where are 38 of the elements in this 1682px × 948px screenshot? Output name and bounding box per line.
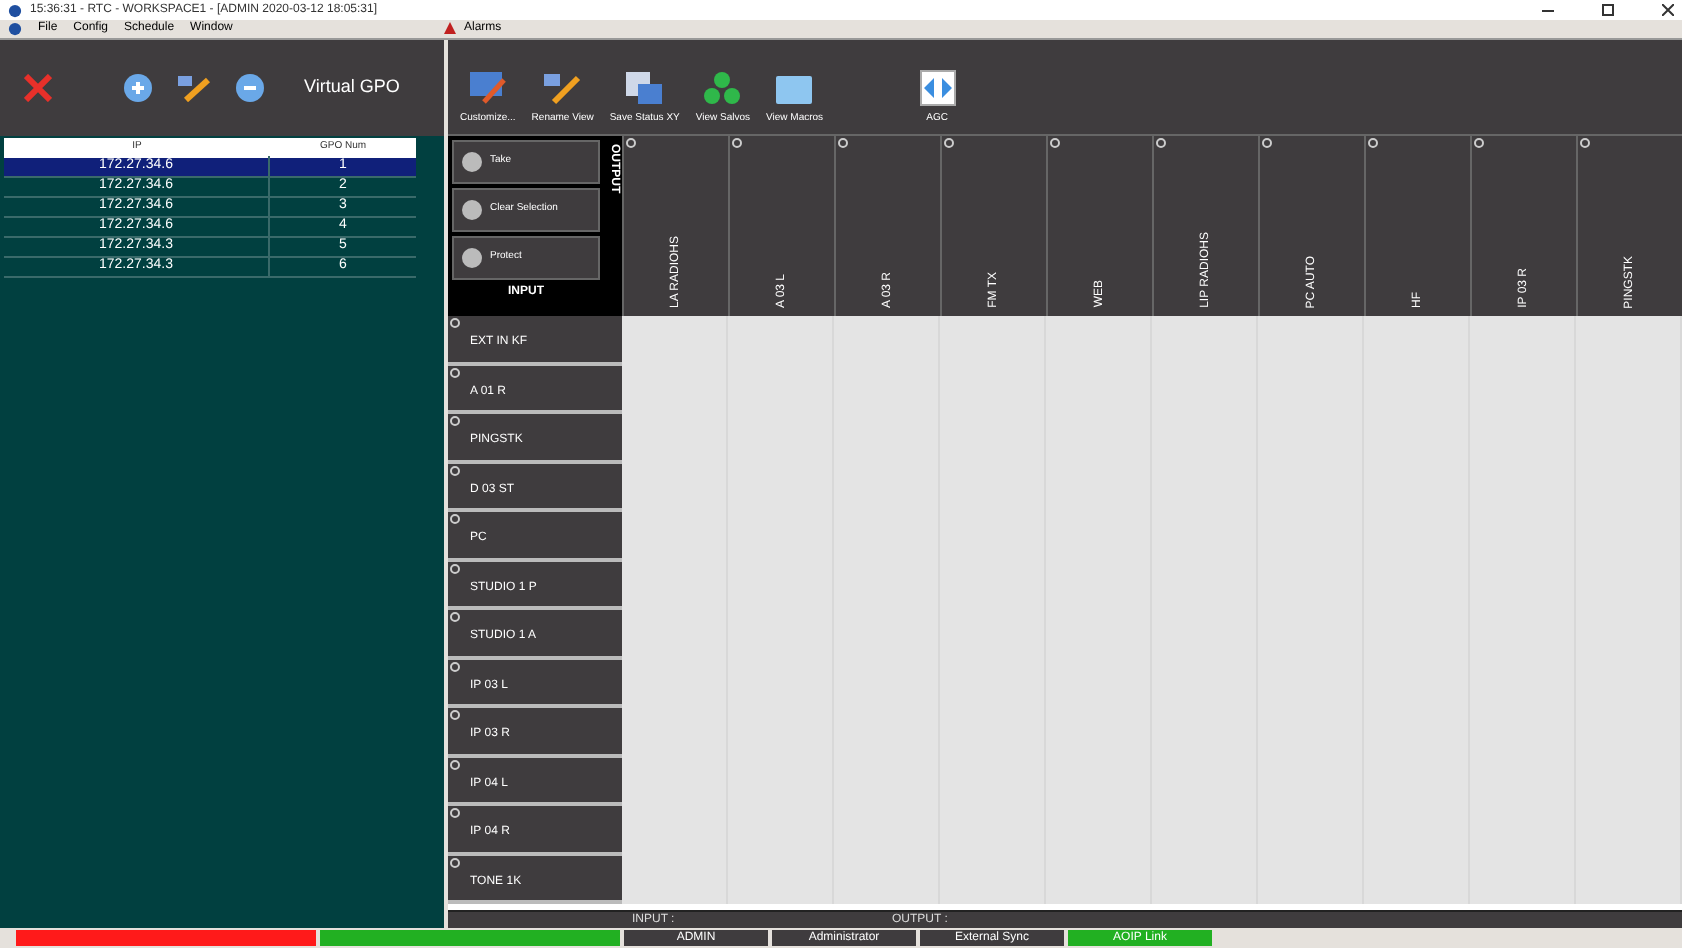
minimize-icon[interactable]	[1542, 9, 1554, 11]
gear-icon	[450, 808, 460, 818]
gear-icon	[1368, 138, 1378, 148]
gear-icon	[450, 318, 460, 328]
gear-icon	[450, 465, 460, 475]
gear-icon	[450, 612, 460, 622]
arrows-icon	[919, 69, 956, 105]
monitor-pencil-icon	[467, 69, 508, 105]
action-icon	[462, 248, 482, 268]
action-icon	[462, 152, 482, 172]
gear-icon	[1050, 138, 1060, 148]
gear-icon	[450, 416, 460, 426]
gear-icon	[450, 759, 460, 769]
gear-icon	[944, 138, 954, 148]
bell-icon	[444, 22, 456, 36]
gear-icon	[450, 367, 460, 377]
folder-icon	[774, 73, 815, 105]
gear-icon	[838, 138, 848, 148]
gear-icon	[1156, 138, 1166, 148]
gear-icon	[450, 661, 460, 671]
pencil-icon[interactable]	[176, 74, 212, 102]
close-icon[interactable]	[1662, 4, 1674, 16]
gear-icon	[450, 857, 460, 867]
gear-icon	[1474, 138, 1484, 148]
restore-icon[interactable]	[1602, 4, 1614, 16]
remove-icon[interactable]	[236, 74, 264, 102]
gear-icon	[450, 710, 460, 720]
gear-icon	[1580, 138, 1590, 148]
add-icon[interactable]	[124, 74, 152, 102]
gear-icon	[450, 514, 460, 524]
gear-icon	[626, 138, 636, 148]
delete-icon[interactable]	[24, 74, 52, 102]
panel-title: Virtual GPO	[304, 74, 400, 101]
pencil-icon	[542, 69, 583, 105]
gear-icon	[1262, 138, 1272, 148]
action-icon	[462, 200, 482, 220]
gear-icon	[732, 138, 742, 148]
gear-icon	[450, 563, 460, 573]
